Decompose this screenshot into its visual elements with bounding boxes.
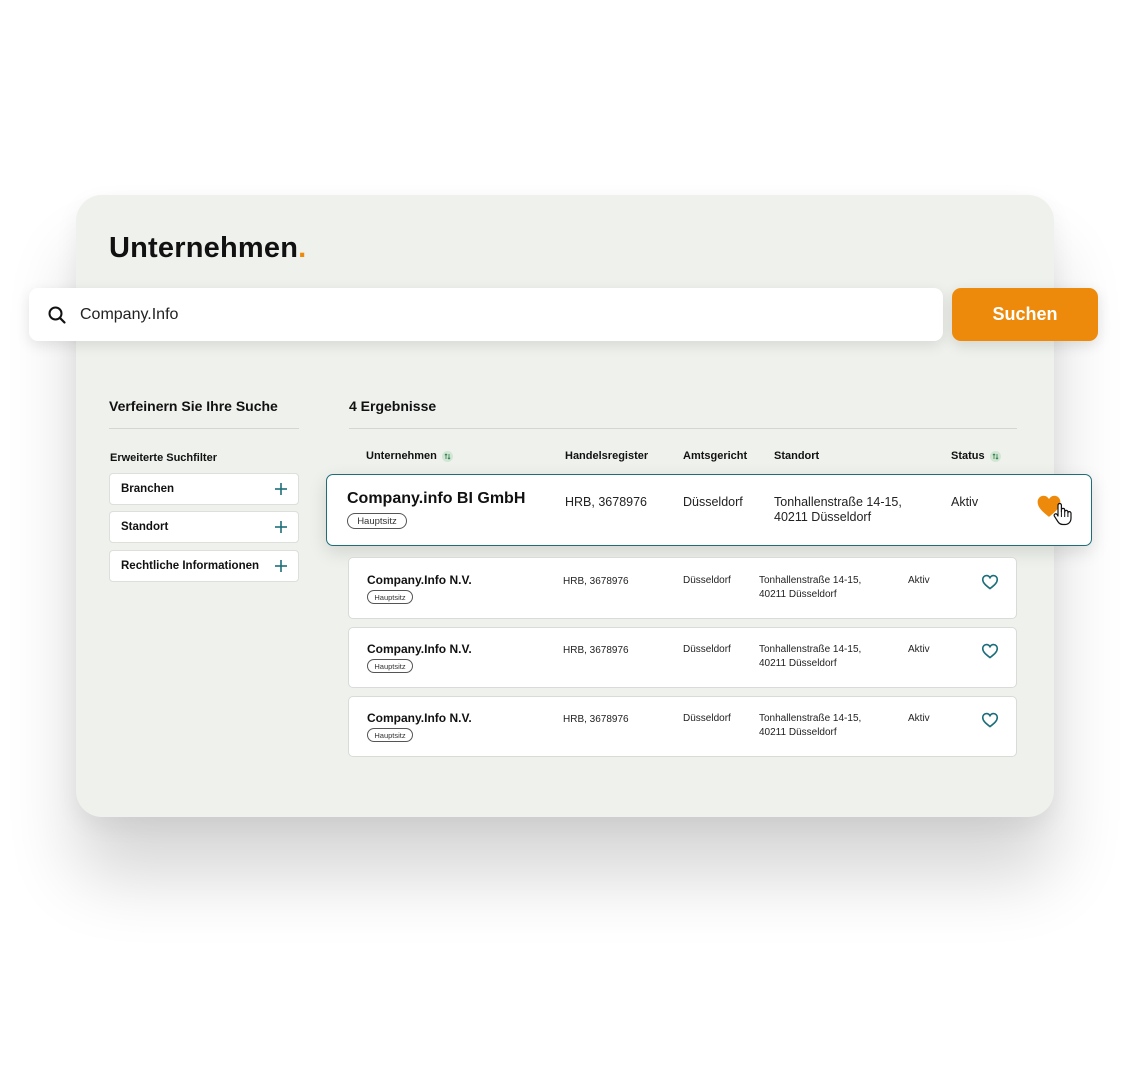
company-name[interactable]: Company.Info N.V. <box>367 711 472 725</box>
address-line-2: 40211 Düsseldorf <box>774 510 872 524</box>
search-input[interactable] <box>80 305 900 324</box>
hand-cursor-icon <box>1052 502 1074 531</box>
plus-icon <box>274 559 288 573</box>
filter-heading: Verfeinern Sie Ihre Suche <box>109 398 278 414</box>
court-value: Düsseldorf <box>683 644 731 655</box>
page-title: Unternehmen. <box>109 232 307 264</box>
results-count: 4 Ergebnisse <box>349 398 437 414</box>
column-header-company[interactable]: Unternehmen <box>366 450 453 462</box>
company-name[interactable]: Company.Info N.V. <box>367 642 472 656</box>
register-value: HRB, 3678976 <box>563 714 629 725</box>
hauptsitz-badge: Hauptsitz <box>367 659 413 673</box>
register-value: HRB, 3678976 <box>565 495 648 509</box>
search-bar <box>29 288 943 341</box>
filter-subheading: Erweiterte Suchfilter <box>110 452 217 464</box>
title-accent-dot: . <box>298 232 307 264</box>
column-header-register: Handelsregister <box>565 450 649 462</box>
table-row-highlighted[interactable]: Company.info BI GmbH Hauptsitz HRB, 3678… <box>326 474 1092 546</box>
hauptsitz-badge: Hauptsitz <box>367 728 413 742</box>
court-value: Düsseldorf <box>683 713 731 724</box>
hauptsitz-badge: Hauptsitz <box>347 513 407 529</box>
heart-icon[interactable] <box>981 574 999 595</box>
register-value: HRB, 3678976 <box>563 576 629 587</box>
search-icon <box>47 305 67 325</box>
address-line-1: Tonhallenstraße 14-15, <box>759 575 862 586</box>
status-value: Aktiv <box>951 495 979 509</box>
sort-icon[interactable] <box>441 450 453 462</box>
table-row[interactable]: Company.Info N.V. Hauptsitz HRB, 3678976… <box>348 627 1017 688</box>
address-line-1: Tonhallenstraße 14-15, <box>759 713 862 724</box>
filter-label: Branchen <box>121 483 175 495</box>
results-divider <box>349 428 1017 429</box>
column-header-status[interactable]: Status <box>951 450 1001 462</box>
filter-branchen[interactable]: Branchen <box>109 473 299 505</box>
search-button[interactable]: Suchen <box>952 288 1098 341</box>
address-line-1: Tonhallenstraße 14-15, <box>759 644 862 655</box>
address-line-2: 40211 Düsseldorf <box>759 727 837 738</box>
court-value: Düsseldorf <box>683 495 743 509</box>
column-header-court: Amtsgericht <box>683 450 748 462</box>
plus-icon <box>274 520 288 534</box>
hauptsitz-badge: Hauptsitz <box>367 590 413 604</box>
company-name[interactable]: Company.info BI GmbH <box>347 490 525 508</box>
sort-icon[interactable] <box>989 450 1001 462</box>
filter-divider <box>109 428 299 429</box>
address-line-2: 40211 Düsseldorf <box>759 658 837 669</box>
filter-rechtliche-informationen[interactable]: Rechtliche Informationen <box>109 550 299 582</box>
filter-label: Standort <box>121 521 169 533</box>
filter-label: Rechtliche Informationen <box>121 560 260 572</box>
status-value: Aktiv <box>908 713 930 724</box>
heart-icon[interactable] <box>981 712 999 733</box>
company-name[interactable]: Company.Info N.V. <box>367 573 472 587</box>
column-header-location: Standort <box>774 450 820 462</box>
status-value: Aktiv <box>908 644 930 655</box>
address-line-2: 40211 Düsseldorf <box>759 589 837 600</box>
heart-icon[interactable] <box>981 643 999 664</box>
plus-icon <box>274 482 288 496</box>
status-value: Aktiv <box>908 575 930 586</box>
court-value: Düsseldorf <box>683 575 731 586</box>
address-line-1: Tonhallenstraße 14-15, <box>774 495 902 509</box>
filter-standort[interactable]: Standort <box>109 511 299 543</box>
table-row[interactable]: Company.Info N.V. Hauptsitz HRB, 3678976… <box>348 557 1017 619</box>
table-row[interactable]: Company.Info N.V. Hauptsitz HRB, 3678976… <box>348 696 1017 757</box>
register-value: HRB, 3678976 <box>563 645 629 656</box>
